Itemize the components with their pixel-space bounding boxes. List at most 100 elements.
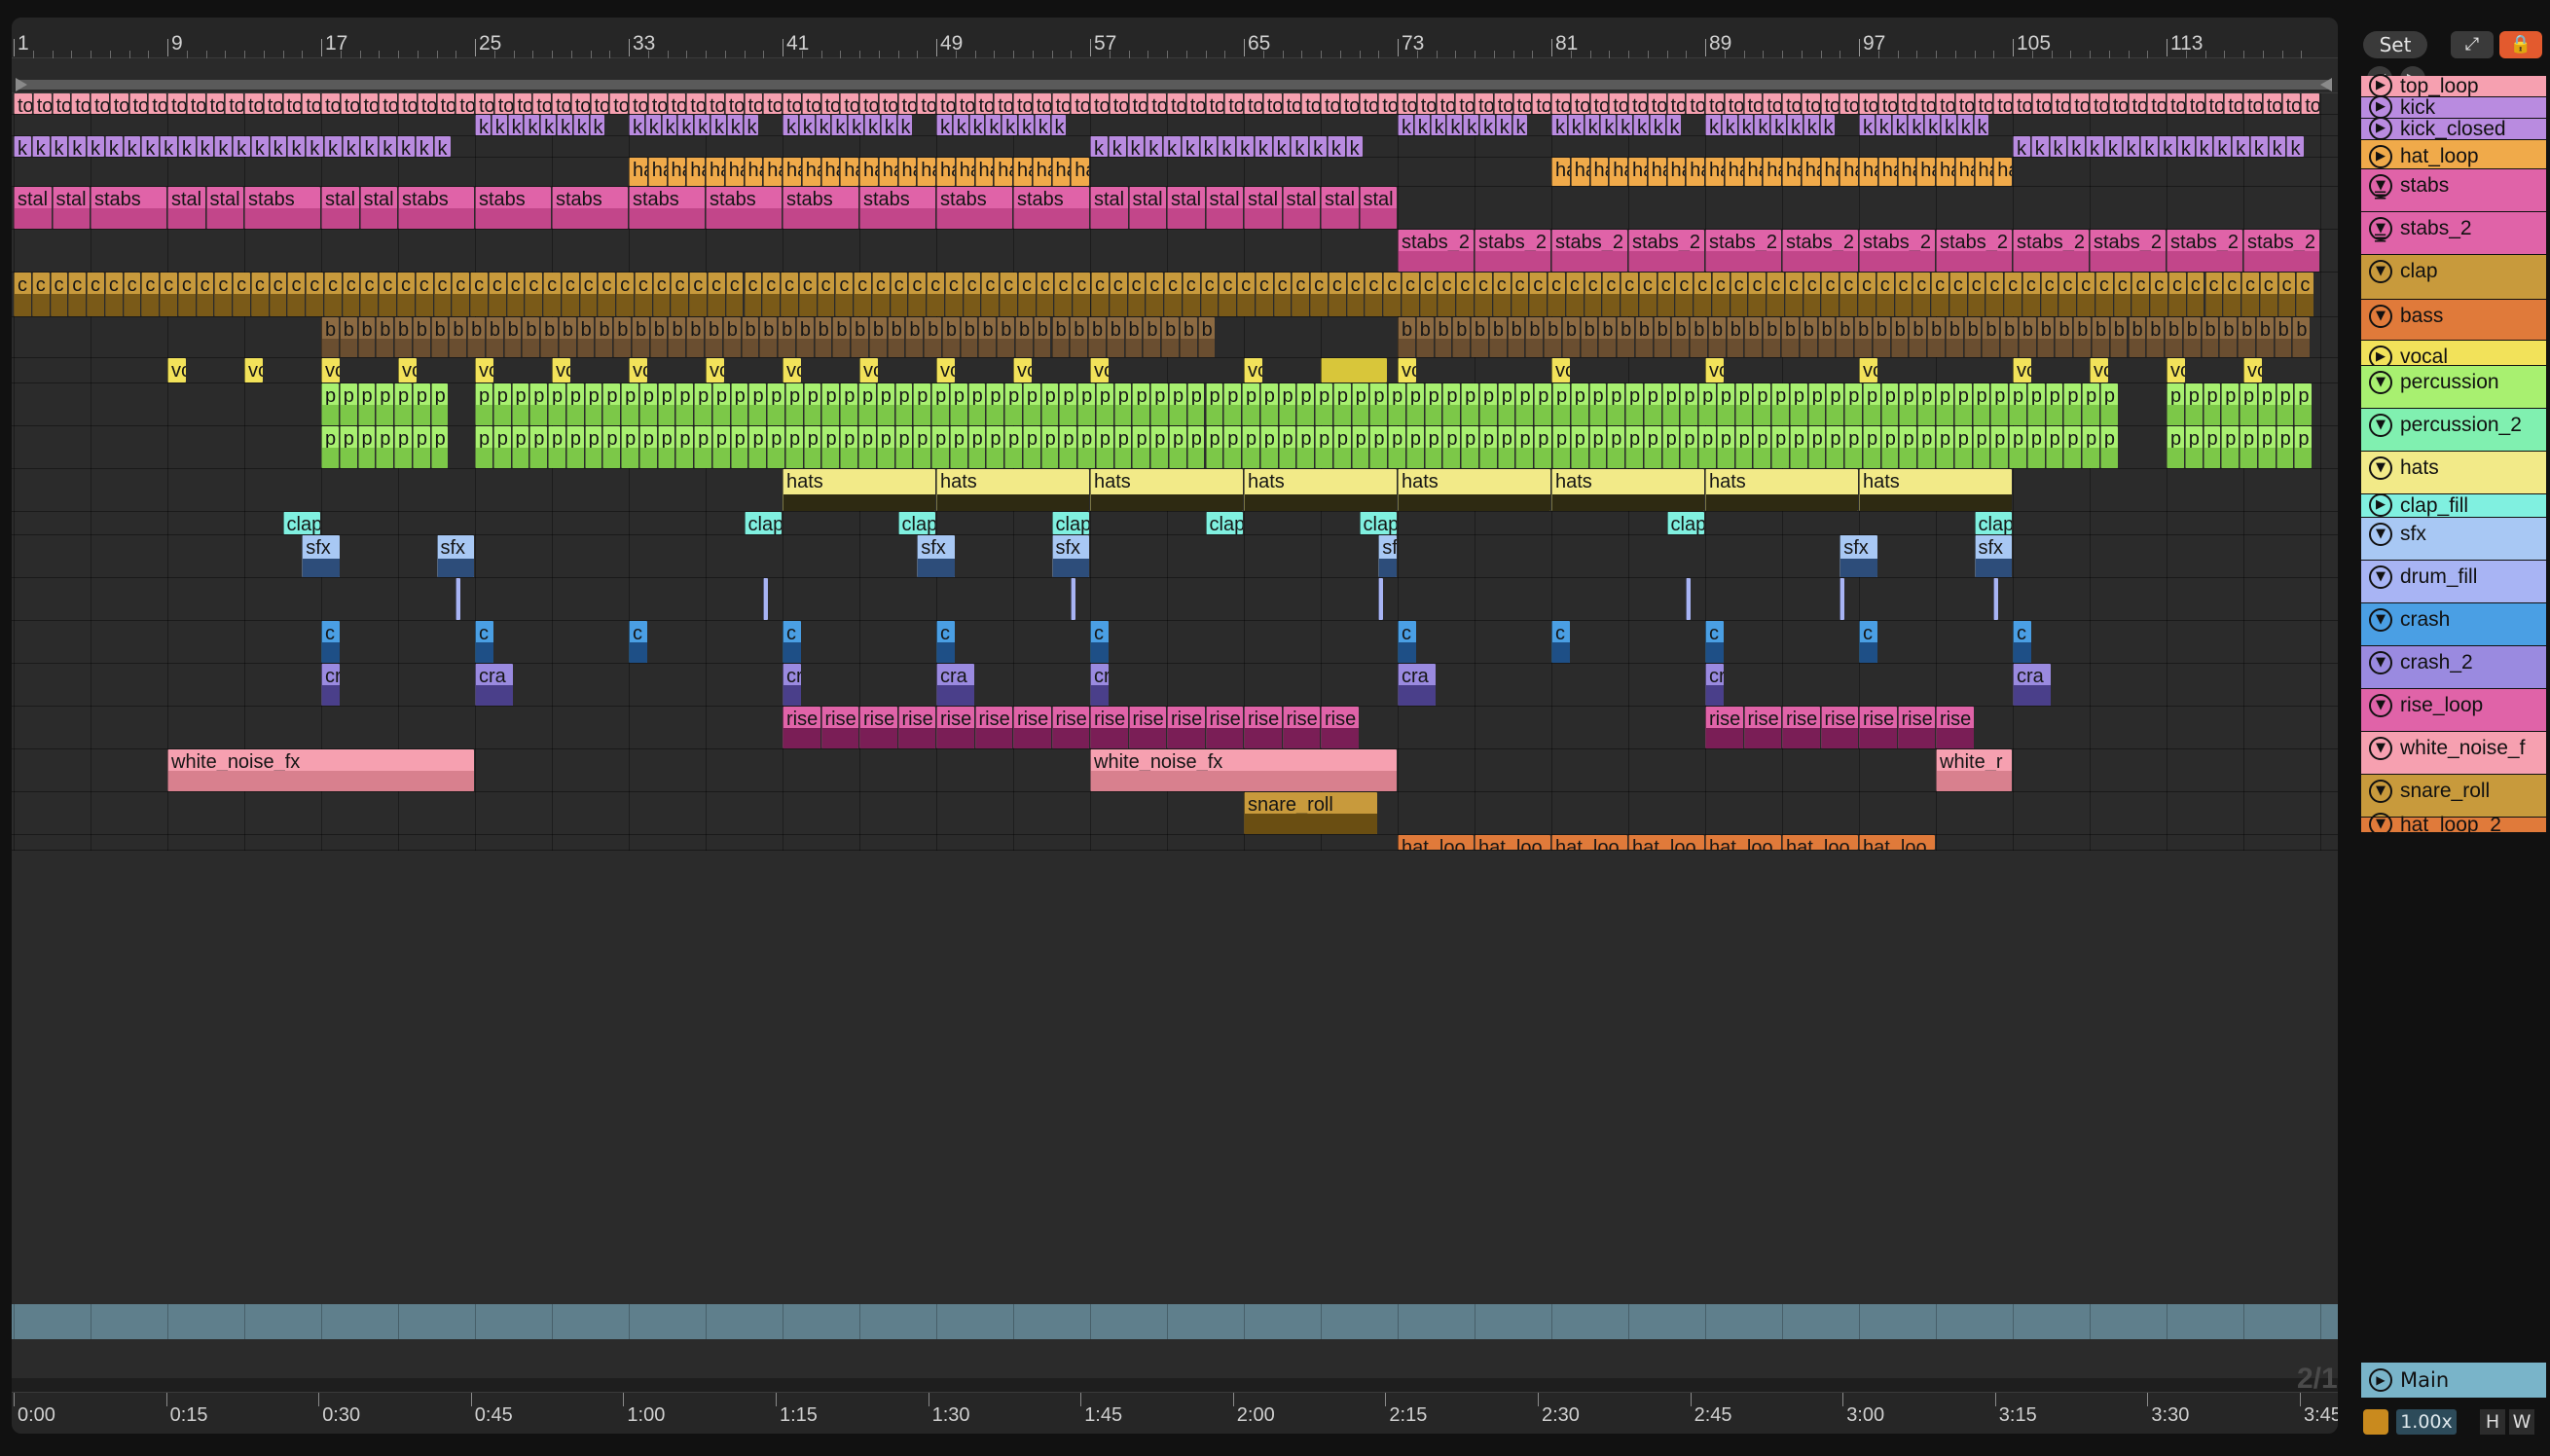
clip-kick-closed[interactable]: k [379, 136, 396, 157]
clip-bass[interactable]: b [467, 317, 485, 357]
clip-bass[interactable]: b [2000, 317, 2018, 357]
track-lane-hats[interactable]: hats hats hats hats hats hats hats hats [12, 469, 2338, 512]
clip-clap[interactable]: c [762, 273, 780, 316]
clip-top-loop[interactable]: top [2281, 93, 2301, 114]
clip-hat-loop[interactable]: hat [1013, 158, 1032, 186]
clip-clap[interactable]: c [798, 273, 817, 316]
clip-stabs[interactable]: stabs [244, 187, 320, 229]
clip-percussion[interactable]: p [1625, 383, 1643, 425]
clip-percussion[interactable]: p [376, 383, 394, 425]
clip-percussion-2[interactable]: p [840, 426, 857, 468]
clip-percussion[interactable]: p [840, 383, 857, 425]
clip-hats[interactable]: hats [1244, 469, 1397, 511]
clip-stabs-2[interactable]: stabs_2 [1475, 230, 1550, 272]
clip-hat-loop[interactable]: hat [647, 158, 667, 186]
clip-kick-closed[interactable]: k [1345, 136, 1364, 157]
chevron-down-icon[interactable]: ▼ [2369, 737, 2392, 760]
clip-percussion[interactable]: p [638, 383, 657, 425]
clip-clap[interactable]: c [1657, 273, 1675, 316]
clip-percussion-2[interactable]: p [1004, 426, 1022, 468]
clip-kick-closed[interactable]: k [2030, 136, 2049, 157]
clip-stabs-2[interactable]: stabs_2 [2243, 230, 2319, 272]
clip-rise-loop[interactable]: rise [1090, 707, 1128, 748]
clip-rise-loop[interactable]: rise [1859, 707, 1897, 748]
clip-crash-2[interactable]: cra [2013, 664, 2051, 706]
clip-percussion-2[interactable]: p [1826, 426, 1844, 468]
clip-percussion-2[interactable]: p [1259, 426, 1278, 468]
clip-vocal[interactable]: vc [2013, 358, 2031, 382]
clip-kick[interactable]: k [1973, 115, 1989, 135]
clip-top-loop[interactable]: top [1205, 93, 1224, 114]
clip-clap[interactable]: c [871, 273, 890, 316]
clip-hat-loop-2[interactable]: hat_loo [1551, 835, 1627, 850]
clip-percussion-2[interactable]: p [1113, 426, 1132, 468]
clip-top-loop[interactable]: top [1916, 93, 1935, 114]
clip-hat-loop[interactable]: hat [994, 158, 1012, 186]
clip-percussion-2[interactable]: p [1296, 426, 1315, 468]
clip-drum-fill[interactable] [1686, 578, 1692, 620]
clip-kick[interactable]: k [661, 115, 677, 135]
clip-percussion-2[interactable]: p [584, 426, 602, 468]
clip-bass[interactable]: b [412, 317, 430, 357]
clip-top-loop[interactable]: top [475, 93, 493, 114]
clip-clap[interactable]: c [177, 273, 196, 316]
clip-stabs[interactable]: stal [1090, 187, 1128, 229]
clip-rise-loop[interactable]: rise [1936, 707, 1974, 748]
clip-kick-closed[interactable]: k [433, 136, 452, 157]
clip-top-loop[interactable]: top [1436, 93, 1455, 114]
clip-top-loop[interactable]: top [379, 93, 397, 114]
clip-vocal[interactable]: vc [1090, 358, 1109, 382]
clip-snare-roll[interactable]: snare_roll [1244, 792, 1378, 834]
clip-top-loop[interactable]: top [532, 93, 551, 114]
clip-percussion[interactable]: p [548, 383, 565, 425]
clip-bass[interactable]: b [778, 317, 795, 357]
clip-stabs[interactable]: stal [1359, 187, 1397, 229]
clip-kick-closed[interactable]: k [1309, 136, 1327, 157]
clip-kick[interactable]: k [848, 115, 863, 135]
clip-clap[interactable]: c [963, 273, 981, 316]
clip-kick[interactable]: k [1956, 115, 1973, 135]
clip-clap[interactable]: c [323, 273, 342, 316]
track-header-clap[interactable]: ▼ clap [2361, 255, 2546, 300]
clip-stabs-2[interactable]: stabs_2 [1936, 230, 2012, 272]
clip-kick[interactable]: k [831, 115, 848, 135]
clip-top-loop[interactable]: top [801, 93, 820, 114]
clip-rise-loop[interactable]: rise [1051, 707, 1089, 748]
track-lane-kick[interactable]: kkkkkkkkkkkkkkkkkkkkkkkkkkkkkkkkkkkkkkkk… [12, 115, 2338, 136]
clip-clap[interactable]: c [1073, 273, 1090, 316]
clip-kick-closed[interactable]: k [360, 136, 379, 157]
clip-kick[interactable]: k [1600, 115, 1617, 135]
clip-clap[interactable]: c [2204, 273, 2223, 316]
clip-clap[interactable]: c [452, 273, 470, 316]
clip-percussion-2[interactable]: p [931, 426, 949, 468]
clip-vocal[interactable]: vc [1551, 358, 1570, 382]
clip-percussion-2[interactable]: p [376, 426, 394, 468]
clip-kick-closed[interactable]: k [2122, 136, 2140, 157]
clip-top-loop[interactable]: top [493, 93, 513, 114]
clip-percussion-2[interactable]: p [1040, 426, 1059, 468]
clip-percussion[interactable]: p [1113, 383, 1132, 425]
track-header-stabs[interactable]: ▼ stabs ≡ [2361, 169, 2546, 212]
clip-kick[interactable]: k [1891, 115, 1908, 135]
clip-top-loop[interactable]: top [609, 93, 628, 114]
clip-percussion-2[interactable]: p [1588, 426, 1607, 468]
clip-clap[interactable]: c [1675, 273, 1694, 316]
clip-kick[interactable]: k [1584, 115, 1600, 135]
clip-percussion[interactable]: p [1990, 383, 2009, 425]
clip-clap[interactable]: c [598, 273, 616, 316]
clip-clap[interactable]: c [1821, 273, 1840, 316]
clip-bass[interactable]: b [2274, 317, 2292, 357]
clip-percussion[interactable]: p [2099, 383, 2118, 425]
chevron-down-icon[interactable]: ▼ [2369, 260, 2392, 283]
clip-bass[interactable]: b [357, 317, 376, 357]
clip-bass[interactable]: b [2255, 317, 2274, 357]
clip-clap[interactable]: c [287, 273, 306, 316]
clip-top-loop[interactable]: top [128, 93, 148, 114]
clip-crash[interactable]: c [475, 621, 493, 663]
clip-clap[interactable]: c [433, 273, 452, 316]
clip-hat-loop[interactable]: hat [1993, 158, 2012, 186]
clip-bass[interactable]: b [686, 317, 704, 357]
clip-kick[interactable]: k [1034, 115, 1050, 135]
clip-hat-loop[interactable]: hat [1801, 158, 1820, 186]
hw-button-w[interactable]: W [2509, 1409, 2534, 1435]
